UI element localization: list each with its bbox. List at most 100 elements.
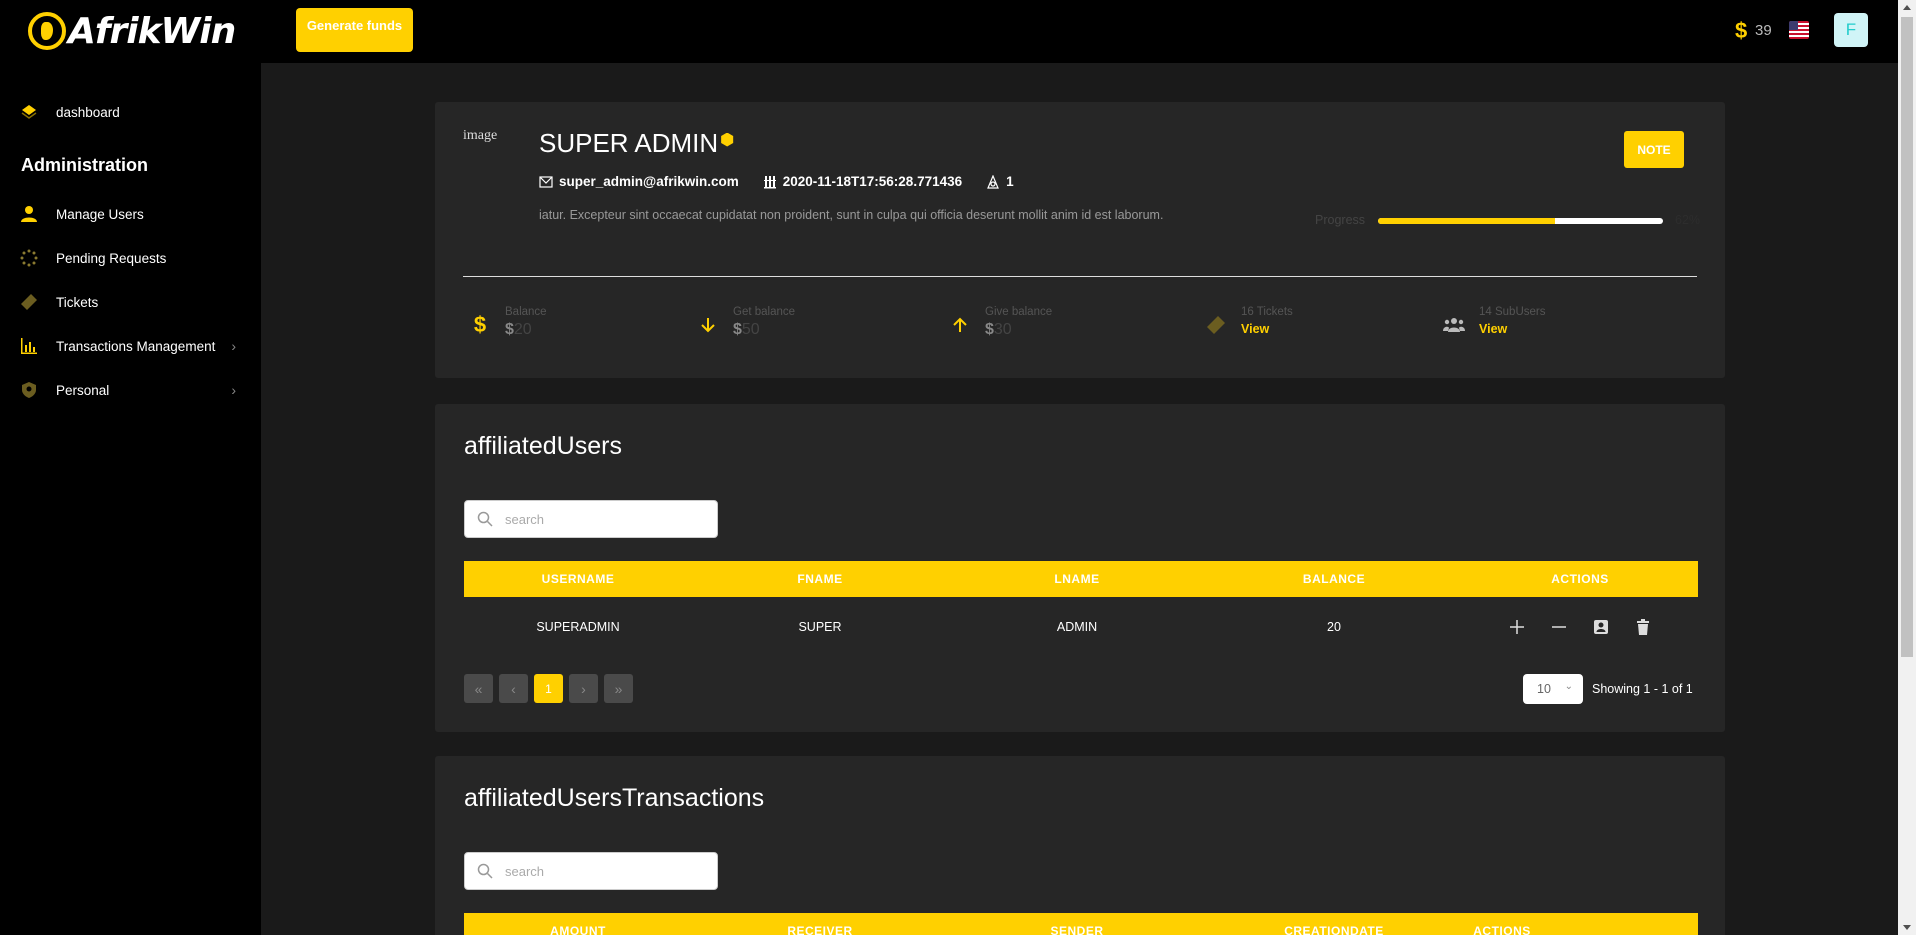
- column-header[interactable]: FNAME: [692, 572, 948, 586]
- progress-bar: [1378, 218, 1663, 224]
- search-input[interactable]: [505, 863, 705, 879]
- sidebar-heading: Administration: [21, 155, 149, 175]
- divider: [463, 276, 1697, 277]
- scroll-down-arrow-icon[interactable]: [1903, 925, 1911, 930]
- coin-icon: $: [1735, 18, 1748, 43]
- view-profile-button[interactable]: [1590, 616, 1612, 638]
- next-page-button[interactable]: ›: [569, 674, 598, 703]
- coin-count: 39: [1755, 22, 1772, 39]
- page-scrollbar[interactable]: [1898, 0, 1916, 935]
- generate-funds-button[interactable]: Generate funds: [296, 8, 413, 52]
- trash-icon: [1637, 619, 1649, 635]
- profile-created: 2020-11-18T17:56:28.771436: [763, 174, 962, 189]
- stat-subusers: 14 SubUsers View: [1443, 304, 1545, 338]
- last-page-button[interactable]: »: [604, 674, 633, 703]
- stat-value: $50: [733, 320, 795, 340]
- cell-fname: SUPER: [798, 620, 842, 634]
- stat-label: Get balance: [733, 306, 796, 318]
- sidebar-item-label: Tickets: [56, 294, 99, 310]
- plus-icon: [1510, 620, 1524, 634]
- column-header[interactable]: CREATIONDATE: [1206, 924, 1462, 935]
- column-header[interactable]: AMOUNT: [464, 924, 692, 935]
- affiliated-users-card: affiliatedUsers USERNAME FNAME LNAME BAL…: [435, 404, 1725, 732]
- pagination: « ‹ 1 › »: [464, 674, 633, 703]
- subtract-balance-button[interactable]: [1548, 616, 1570, 638]
- stat-balance: $ Balance $20: [469, 304, 547, 340]
- top-bar: AfrikWin Generate funds $ 39 F: [0, 0, 1898, 63]
- profile-level-text: 1: [1006, 174, 1014, 189]
- avatar[interactable]: F: [1834, 13, 1868, 47]
- sidebar-item-tickets[interactable]: Tickets: [20, 288, 240, 316]
- progress-label: Progress: [1315, 213, 1366, 227]
- sidebar-item-personal[interactable]: Personal ›: [20, 376, 240, 404]
- sidebar: dashboard Administration Manage Users Pe…: [0, 63, 261, 935]
- stat-label: 14 SubUsers: [1479, 306, 1546, 318]
- level-icon: [987, 174, 1000, 189]
- profile-meta: super_admin@afrikwin.com 2020-11-18T17:5…: [539, 174, 1038, 189]
- add-balance-button[interactable]: [1506, 616, 1528, 638]
- stat-currency: $: [733, 321, 742, 338]
- sidebar-item-label: Pending Requests: [56, 250, 167, 266]
- column-header[interactable]: BALANCE: [1206, 572, 1462, 586]
- profile-created-text: 2020-11-18T17:56:28.771436: [782, 174, 963, 189]
- page-button-current[interactable]: 1: [534, 674, 563, 703]
- note-button[interactable]: NOTE: [1624, 131, 1684, 168]
- table-header: AMOUNT RECEIVER SENDER CREATIONDATE ACTI…: [464, 913, 1698, 935]
- view-tickets-link[interactable]: View: [1241, 320, 1293, 338]
- users-icon: [1443, 314, 1465, 336]
- sidebar-item-dashboard[interactable]: dashboard: [20, 98, 240, 126]
- profile-level: 1: [986, 174, 1014, 189]
- stat-label: 16 Tickets: [1241, 306, 1293, 318]
- ticket-icon: [20, 293, 38, 311]
- search-box: [464, 852, 718, 890]
- brand-logo[interactable]: AfrikWin: [28, 6, 236, 56]
- brand-name: AfrikWin: [68, 10, 236, 52]
- profile-image: image: [463, 128, 498, 143]
- diamond-icon: [20, 103, 38, 121]
- first-page-button[interactable]: «: [464, 674, 493, 703]
- column-header[interactable]: SENDER: [948, 924, 1206, 935]
- prev-page-button[interactable]: ‹: [499, 674, 528, 703]
- sidebar-item-transactions-management[interactable]: Transactions Management ›: [20, 332, 240, 360]
- sidebar-item-pending-requests[interactable]: Pending Requests: [20, 244, 240, 272]
- affiliated-transactions-card: affiliatedUsersTransactions AMOUNT RECEI…: [435, 756, 1725, 935]
- section-title: affiliatedUsers: [464, 432, 622, 460]
- chevron-right-icon: ›: [231, 382, 236, 398]
- ticket-icon: [1205, 314, 1227, 336]
- stat-label: Give balance: [985, 306, 1053, 318]
- column-header: ACTIONS: [1551, 572, 1609, 586]
- scroll-up-arrow-icon[interactable]: [1903, 5, 1911, 10]
- search-icon: [477, 511, 493, 527]
- stat-amount: 50: [741, 321, 760, 338]
- section-title: affiliatedUsersTransactions: [464, 784, 765, 812]
- arrow-down-icon: [697, 314, 719, 336]
- cell-balance: 20: [1327, 620, 1341, 634]
- verified-badge-icon: [721, 132, 734, 147]
- mail-icon: [539, 175, 553, 188]
- view-subusers-link[interactable]: View: [1479, 320, 1545, 338]
- column-header[interactable]: USERNAME: [464, 572, 692, 586]
- stat-value: $30: [985, 320, 1052, 340]
- us-flag-icon[interactable]: [1789, 21, 1809, 39]
- sidebar-item-manage-users[interactable]: Manage Users: [20, 200, 240, 228]
- delete-button[interactable]: [1632, 616, 1654, 638]
- search-input[interactable]: [505, 511, 705, 527]
- chevron-right-icon: ›: [231, 338, 236, 354]
- minus-icon: [1552, 626, 1566, 628]
- column-header[interactable]: RECEIVER: [692, 924, 948, 935]
- column-header[interactable]: LNAME: [948, 572, 1206, 586]
- user-icon: [20, 205, 38, 223]
- profile-email: super_admin@afrikwin.com: [539, 174, 739, 189]
- per-page-select[interactable]: 10 ⌄: [1523, 674, 1583, 704]
- profile-card: image SUPER ADMIN super_admin@afrikwin.c…: [435, 102, 1725, 378]
- stat-amount: 30: [993, 321, 1012, 338]
- stat-label: Balance: [505, 306, 547, 318]
- profile-name: SUPER ADMIN: [539, 128, 734, 159]
- stat-amount: 20: [513, 321, 532, 338]
- table-row: SUPERADMIN SUPER ADMIN 20: [464, 609, 1698, 645]
- scroll-thumb[interactable]: [1901, 17, 1913, 657]
- spinner-icon: [20, 249, 38, 267]
- stat-value: $20: [505, 320, 547, 340]
- progress-value: 62%: [1675, 213, 1701, 227]
- per-page-value: 10: [1537, 682, 1551, 696]
